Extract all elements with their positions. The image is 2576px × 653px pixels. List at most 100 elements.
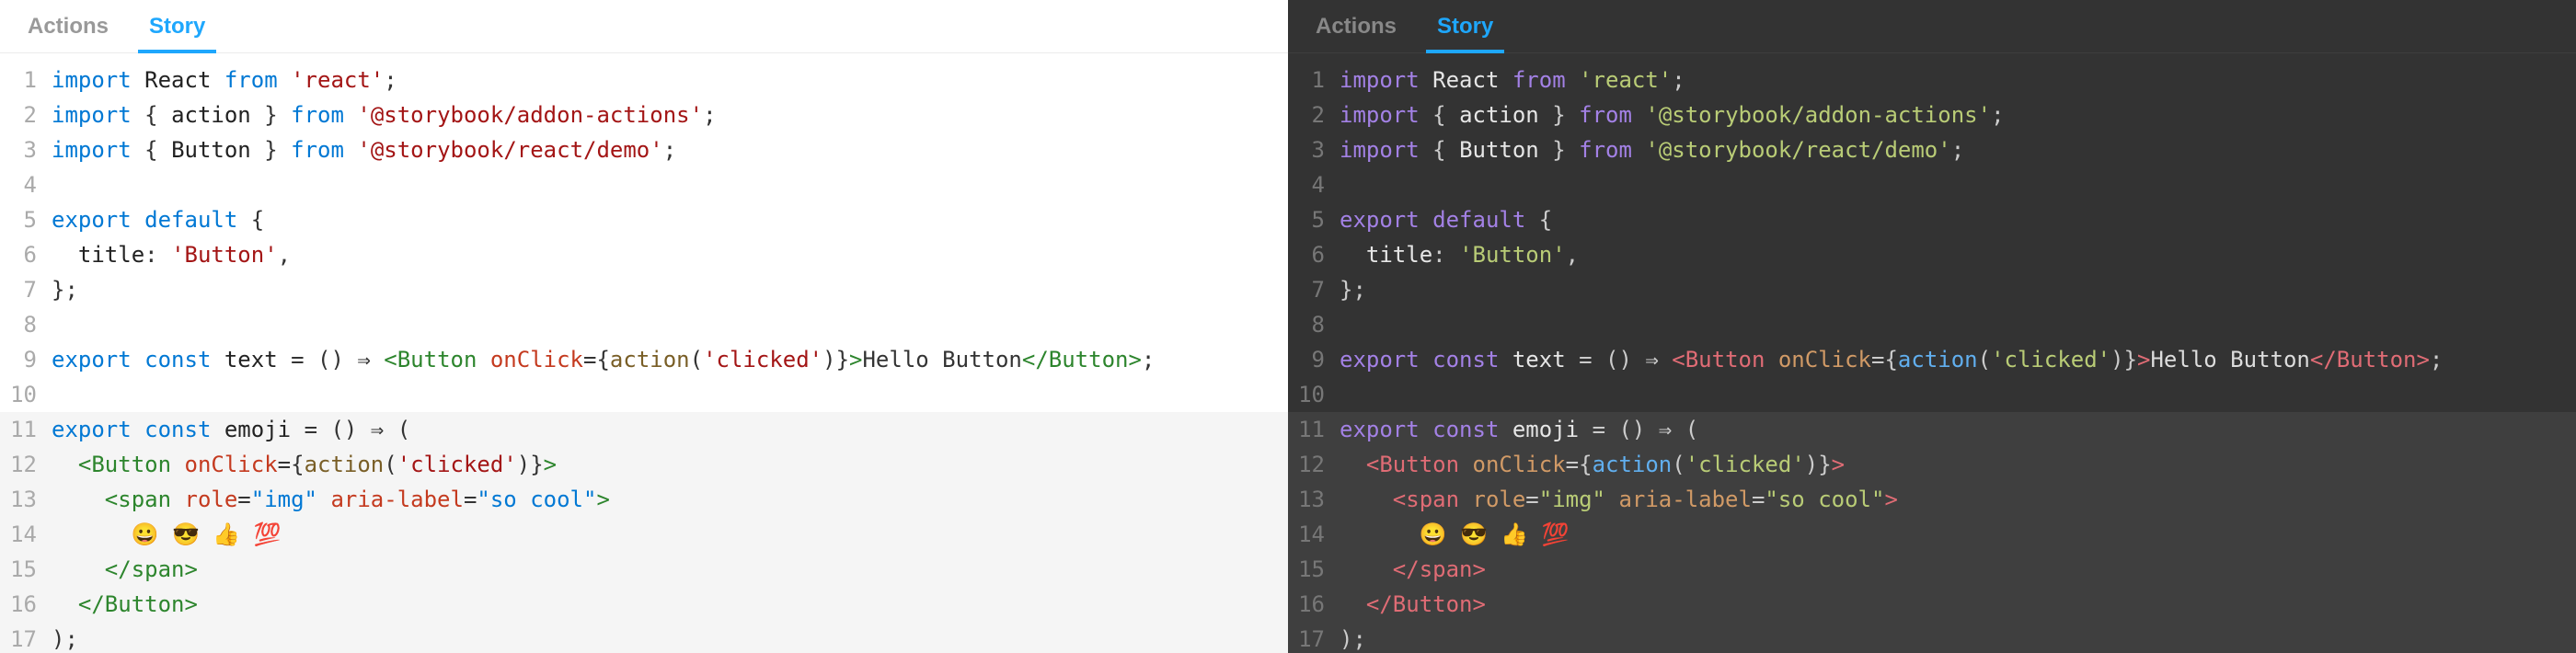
tab-story[interactable]: Story xyxy=(129,0,225,52)
code-text: <span role="img" aria-label="so cool"> xyxy=(52,482,1288,517)
token-text xyxy=(317,487,330,512)
token-text xyxy=(1340,487,1393,512)
token-text xyxy=(1420,347,1432,372)
code-line: 14 😀 😎 👍 💯 xyxy=(0,517,1288,552)
token-kw: const xyxy=(144,347,211,372)
line-number: 9 xyxy=(1288,342,1340,377)
code-text xyxy=(1340,307,2576,342)
tab-actions[interactable]: Actions xyxy=(1295,0,1417,52)
token-text xyxy=(132,137,144,163)
token-tag: > xyxy=(1884,487,1897,512)
token-text xyxy=(1420,207,1432,233)
token-pun: = xyxy=(1525,487,1538,512)
code-text: ); xyxy=(52,622,1288,653)
code-text: import { action } from '@storybook/addon… xyxy=(52,97,1288,132)
line-number: 16 xyxy=(0,587,52,622)
line-number: 7 xyxy=(0,272,52,307)
line-number: 8 xyxy=(1288,307,1340,342)
code-text xyxy=(1340,377,2576,412)
token-tag: > xyxy=(2137,347,2150,372)
line-number: 11 xyxy=(1288,412,1340,447)
code-text xyxy=(52,167,1288,202)
token-text xyxy=(52,242,78,268)
code-block-dark[interactable]: 1import React from 'react';2import { act… xyxy=(1288,53,2576,653)
token-attr: aria-label xyxy=(330,487,464,512)
code-line: 17); xyxy=(1288,622,2576,653)
token-pun: , xyxy=(1566,242,1579,268)
token-kw: export xyxy=(1340,347,1420,372)
code-line: 12 <Button onClick={action('clicked')}> xyxy=(1288,447,2576,482)
code-line: 14 😀 😎 👍 💯 xyxy=(1288,517,2576,552)
code-line: 17); xyxy=(0,622,1288,653)
token-pun: = () ⇒ xyxy=(1579,347,1672,372)
code-line: 8 xyxy=(1288,307,2576,342)
token-def: React xyxy=(144,67,211,93)
token-pun: }; xyxy=(1340,277,1366,303)
token-pun: { xyxy=(291,452,304,477)
token-kw: import xyxy=(1340,67,1420,93)
token-def: text xyxy=(224,347,278,372)
token-kw: export xyxy=(52,417,132,442)
line-number: 11 xyxy=(0,412,52,447)
token-text xyxy=(52,556,105,582)
token-text xyxy=(1566,102,1579,128)
token-call: action xyxy=(1898,347,1978,372)
token-pun: = xyxy=(237,487,250,512)
token-text: 😀 😎 👍 💯 xyxy=(132,521,282,547)
token-text xyxy=(278,102,291,128)
code-line: 6 title: 'Button', xyxy=(0,237,1288,272)
token-text xyxy=(1525,207,1538,233)
token-text xyxy=(1566,347,1579,372)
token-pun: = () ⇒ xyxy=(291,347,384,372)
token-str: '@storybook/addon-actions' xyxy=(1645,102,1991,128)
line-number: 13 xyxy=(0,482,52,517)
token-kw: from xyxy=(1579,102,1632,128)
token-text xyxy=(344,102,357,128)
code-text: </Button> xyxy=(1340,587,2576,622)
line-number: 4 xyxy=(0,167,52,202)
token-text xyxy=(278,347,291,372)
token-str: 'react' xyxy=(291,67,384,93)
tab-actions[interactable]: Actions xyxy=(7,0,129,52)
token-pun: ; xyxy=(663,137,676,163)
token-attrval: "so cool" xyxy=(1765,487,1884,512)
token-kw: import xyxy=(52,137,132,163)
code-block-light[interactable]: 1import React from 'react';2import { act… xyxy=(0,53,1288,653)
token-text xyxy=(132,67,144,93)
token-str: 'clicked' xyxy=(1685,452,1805,477)
token-text xyxy=(1340,521,1420,547)
token-text xyxy=(52,591,78,617)
token-kw: from xyxy=(291,102,344,128)
token-str: 'react' xyxy=(1579,67,1672,93)
token-pun: ; xyxy=(384,67,397,93)
token-attr: onClick xyxy=(490,347,583,372)
token-kw: const xyxy=(1432,347,1499,372)
token-def: text xyxy=(1512,347,1566,372)
line-number: 5 xyxy=(0,202,52,237)
token-tag: <Button xyxy=(78,452,185,477)
token-pun: = () ⇒ ( xyxy=(305,417,411,442)
code-text xyxy=(52,307,1288,342)
token-pun: { xyxy=(1432,102,1459,128)
token-tag: <Button xyxy=(1366,452,1473,477)
token-str: 'clicked' xyxy=(703,347,822,372)
line-number: 1 xyxy=(1288,63,1340,97)
token-pun: ( xyxy=(690,347,703,372)
line-number: 12 xyxy=(0,447,52,482)
token-kw: import xyxy=(52,102,132,128)
token-pun: } xyxy=(251,102,278,128)
code-text: <Button onClick={action('clicked')}> xyxy=(1340,447,2576,482)
tab-story[interactable]: Story xyxy=(1417,0,1513,52)
token-pun: = xyxy=(1566,452,1579,477)
code-text: export default { xyxy=(52,202,1288,237)
code-line: 11export const emoji = () ⇒ ( xyxy=(0,412,1288,447)
token-pun: { xyxy=(596,347,609,372)
token-kw: from xyxy=(224,67,278,93)
line-number: 2 xyxy=(1288,97,1340,132)
code-line: 2import { action } from '@storybook/addo… xyxy=(1288,97,2576,132)
token-text: Hello Button xyxy=(862,347,1021,372)
token-text: 😀 😎 👍 💯 xyxy=(1420,521,1570,547)
token-pun: { xyxy=(1432,137,1459,163)
code-text: <Button onClick={action('clicked')}> xyxy=(52,447,1288,482)
token-tag: </Button> xyxy=(2310,347,2430,372)
